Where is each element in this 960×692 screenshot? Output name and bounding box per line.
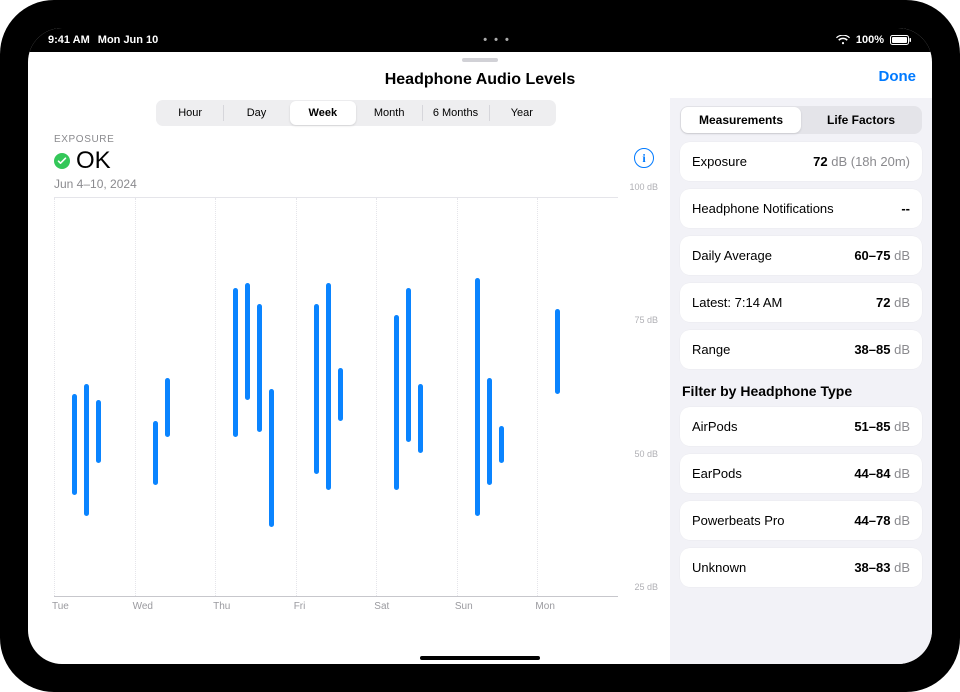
filter-label: Unknown (692, 560, 746, 575)
time-seg-6-months[interactable]: 6 Months (422, 101, 488, 125)
filter-unknown[interactable]: Unknown 38–83 dB (680, 548, 922, 587)
x-label: Tue (52, 601, 69, 612)
metric-label: Daily Average (692, 248, 772, 263)
info-button[interactable]: i (634, 148, 654, 168)
side-tab-measurements[interactable]: Measurements (681, 107, 801, 133)
filter-label: AirPods (692, 419, 738, 434)
time-seg-week[interactable]: Week (290, 101, 356, 125)
status-bar: 9:41 AM Mon Jun 10 • • • 100% (28, 28, 932, 52)
data-bar[interactable] (475, 278, 480, 517)
data-bar[interactable] (233, 288, 238, 437)
side-tab-life-factors[interactable]: Life Factors (801, 107, 921, 133)
data-bar[interactable] (326, 283, 331, 490)
data-bar[interactable] (257, 304, 262, 431)
metric-headphone-notifications[interactable]: Headphone Notifications -- (680, 189, 922, 228)
filter-value: 51–85 dB (854, 419, 910, 434)
date-range: Jun 4–10, 2024 (54, 177, 658, 191)
done-button[interactable]: Done (879, 68, 917, 85)
filter-value: 44–78 dB (854, 513, 910, 528)
chart[interactable]: 25 dB50 dB75 dB100 dB TueWedThuFriSatSun… (54, 197, 658, 617)
filter-label: Powerbeats Pro (692, 513, 785, 528)
device-frame: 9:41 AM Mon Jun 10 • • • 100% Headphone … (0, 0, 960, 692)
data-bar[interactable] (555, 309, 560, 394)
y-tick: 25 dB (634, 582, 658, 592)
metric-value: -- (901, 201, 910, 216)
battery-icon (890, 35, 912, 45)
metric-daily-average[interactable]: Daily Average 60–75 dB (680, 236, 922, 275)
time-seg-month[interactable]: Month (356, 101, 422, 125)
filter-earpods[interactable]: EarPods 44–84 dB (680, 454, 922, 493)
metric-value: 38–85 dB (854, 342, 910, 357)
wifi-icon (836, 35, 850, 45)
x-label: Mon (535, 601, 554, 612)
data-bar[interactable] (84, 384, 89, 517)
data-bar[interactable] (153, 421, 158, 485)
metric-value: 72 dB (876, 295, 910, 310)
data-bar[interactable] (338, 368, 343, 421)
data-bar[interactable] (394, 315, 399, 490)
data-bar[interactable] (269, 389, 274, 527)
filter-label: EarPods (692, 466, 742, 481)
exposure-label: EXPOSURE (54, 134, 658, 145)
status-time: 9:41 AM (48, 34, 90, 46)
y-tick: 75 dB (634, 315, 658, 325)
filter-value: 38–83 dB (854, 560, 910, 575)
x-label: Sat (374, 601, 389, 612)
side-panel: MeasurementsLife Factors Exposure 72 dB (… (670, 98, 932, 664)
metric-label: Range (692, 342, 730, 357)
home-indicator[interactable] (420, 656, 540, 660)
data-bar[interactable] (72, 394, 77, 495)
metric-latest-7-14-am[interactable]: Latest: 7:14 AM 72 dB (680, 283, 922, 322)
page-title: Headphone Audio Levels (385, 71, 576, 89)
time-range-segmented[interactable]: HourDayWeekMonth6 MonthsYear (156, 100, 556, 126)
time-seg-day[interactable]: Day (223, 101, 289, 125)
metric-label: Latest: 7:14 AM (692, 295, 782, 310)
data-bar[interactable] (418, 384, 423, 453)
time-seg-hour[interactable]: Hour (157, 101, 223, 125)
sheet-header: Headphone Audio Levels Done (28, 62, 932, 98)
filter-value: 44–84 dB (854, 466, 910, 481)
exposure-status-text: OK (76, 147, 111, 175)
data-bar[interactable] (314, 304, 319, 474)
main-panel: HourDayWeekMonth6 MonthsYear EXPOSURE OK… (28, 98, 670, 664)
metric-value: 72 dB (18h 20m) (813, 154, 910, 169)
data-bar[interactable] (96, 400, 101, 464)
filter-powerbeats-pro[interactable]: Powerbeats Pro 44–78 dB (680, 501, 922, 540)
x-label: Fri (294, 601, 306, 612)
status-date: Mon Jun 10 (98, 34, 159, 46)
screen: 9:41 AM Mon Jun 10 • • • 100% Headphone … (28, 28, 932, 664)
multitask-dots[interactable]: • • • (158, 34, 836, 46)
data-bar[interactable] (499, 426, 504, 463)
x-label: Wed (133, 601, 153, 612)
filter-heading: Filter by Headphone Type (682, 383, 920, 399)
side-tab-segmented[interactable]: MeasurementsLife Factors (680, 106, 922, 134)
data-bar[interactable] (165, 378, 170, 436)
battery-percent: 100% (856, 34, 884, 46)
metric-value: 60–75 dB (854, 248, 910, 263)
metric-label: Headphone Notifications (692, 201, 834, 216)
data-bar[interactable] (406, 288, 411, 442)
metric-label: Exposure (692, 154, 747, 169)
check-icon (54, 153, 70, 169)
filter-airpods[interactable]: AirPods 51–85 dB (680, 407, 922, 446)
y-tick: 100 dB (629, 182, 658, 192)
x-label: Sun (455, 601, 473, 612)
metric-exposure[interactable]: Exposure 72 dB (18h 20m) (680, 142, 922, 181)
x-label: Thu (213, 601, 230, 612)
data-bar[interactable] (487, 378, 492, 484)
time-seg-year[interactable]: Year (489, 101, 555, 125)
data-bar[interactable] (245, 283, 250, 400)
metric-range[interactable]: Range 38–85 dB (680, 330, 922, 369)
y-tick: 50 dB (634, 449, 658, 459)
